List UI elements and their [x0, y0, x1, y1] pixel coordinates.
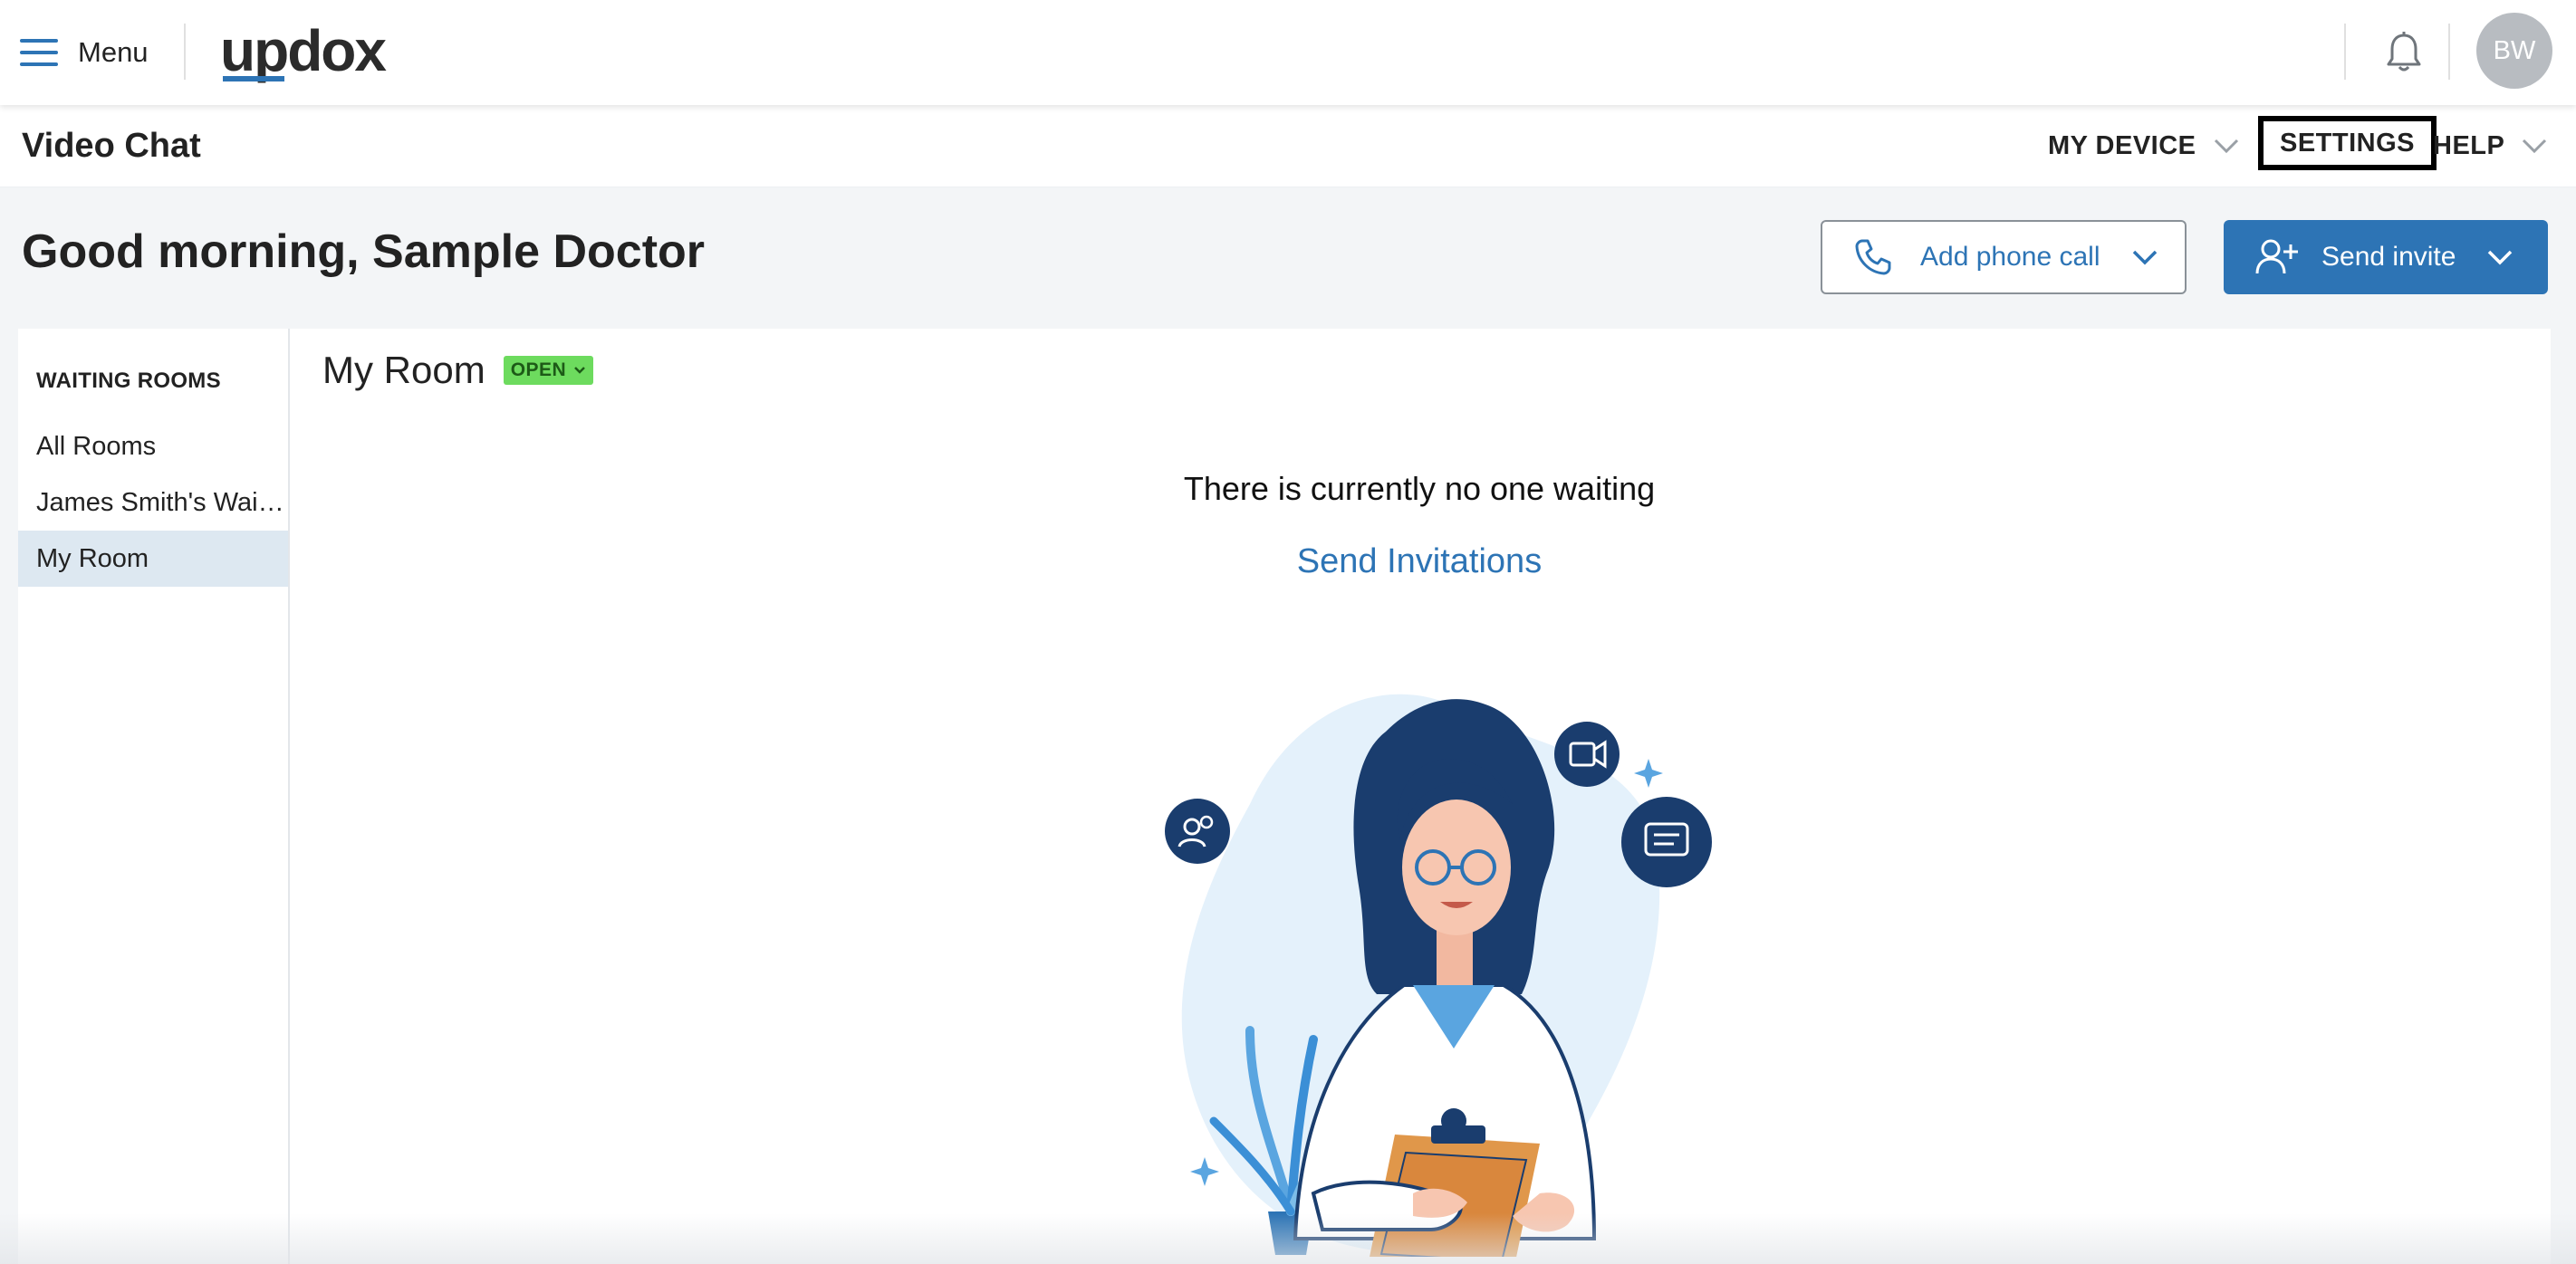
video-icon — [1554, 722, 1620, 787]
room-header: My Room OPEN — [322, 349, 594, 392]
add-phone-call-button[interactable]: Add phone call — [1821, 220, 2187, 294]
chevron-down-icon — [2486, 249, 2514, 265]
top-bar: Menu updox BW — [0, 0, 2576, 105]
nav-help[interactable]: HELP — [2433, 120, 2548, 172]
send-invitations-link-wrap: Send Invitations — [288, 542, 2551, 581]
divider — [2448, 24, 2450, 80]
nav-my-device[interactable]: MY DEVICE — [2048, 120, 2240, 172]
sidebar-heading: WAITING ROOMS — [36, 369, 221, 393]
send-invitations-link[interactable]: Send Invitations — [1297, 542, 1542, 580]
chevron-down-icon — [2131, 249, 2158, 265]
doctor-illustration — [1165, 694, 1712, 1257]
phone-icon — [1853, 237, 1893, 277]
chevron-down-icon — [2521, 138, 2548, 154]
content-panel: WAITING ROOMS All Rooms James Smith's Wa… — [18, 329, 2551, 1264]
status-badge[interactable]: OPEN — [503, 356, 594, 385]
chat-icon — [1621, 797, 1712, 887]
user-avatar[interactable]: BW — [2476, 13, 2552, 89]
greeting-heading: Good morning, Sample Doctor — [22, 225, 706, 278]
room-title: My Room — [322, 349, 485, 391]
people-icon — [1165, 799, 1230, 864]
page-title: Video Chat — [22, 127, 201, 165]
menu-label: Menu — [78, 36, 149, 68]
updox-logo[interactable]: updox — [220, 16, 387, 85]
empty-state-message: There is currently no one waiting — [1183, 470, 1656, 507]
chevron-down-icon — [573, 366, 586, 375]
add-user-icon — [2254, 237, 2300, 277]
notifications-button[interactable] — [2377, 25, 2431, 80]
sub-header: Video Chat MY DEVICE SETTINGS HELP — [0, 105, 2576, 187]
nav-settings[interactable]: SETTINGS — [2258, 116, 2437, 170]
waiting-rooms-sidebar: WAITING ROOMS All Rooms James Smith's Wa… — [18, 329, 290, 1264]
send-invite-button[interactable]: Send invite — [2224, 220, 2548, 294]
divider — [2344, 24, 2346, 80]
sidebar-item-james-smith-room[interactable]: James Smith's Waiting Room — [18, 474, 288, 531]
sidebar-item-my-room[interactable]: My Room — [18, 531, 288, 587]
chevron-down-icon — [2213, 138, 2240, 154]
sidebar-item-all-rooms[interactable]: All Rooms — [18, 418, 288, 474]
menu-button[interactable]: Menu — [20, 27, 149, 78]
hamburger-icon — [20, 39, 58, 66]
divider — [184, 24, 186, 80]
bell-icon — [2387, 32, 2421, 72]
